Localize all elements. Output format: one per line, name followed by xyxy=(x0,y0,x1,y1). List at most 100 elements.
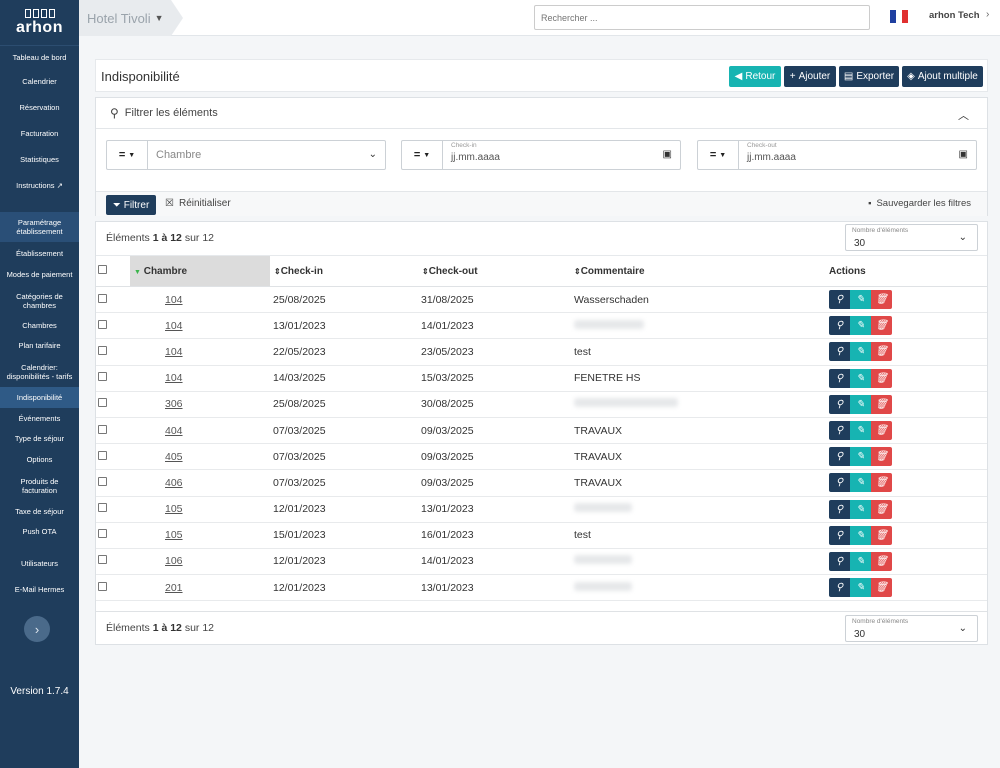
back-button[interactable]: ◀ Retour xyxy=(729,66,781,87)
sidebar-item-0[interactable]: Tableau de bord xyxy=(0,46,79,68)
delete-button[interactable]: 🗑 xyxy=(871,525,892,545)
add-button[interactable]: + Ajouter xyxy=(784,66,836,87)
room-link[interactable]: 104 xyxy=(165,346,183,358)
hotel-selector[interactable]: Hotel Tivoli ▼ xyxy=(79,0,183,36)
sidebar-subitem-5[interactable]: Calendrier: disponibilités - tarifs xyxy=(0,356,79,387)
sidebar-item-5[interactable]: Instructions ↗ xyxy=(0,172,79,198)
sidebar-subitem-7[interactable]: Événements xyxy=(0,408,79,428)
operator-select[interactable]: = ▼ xyxy=(698,141,739,169)
sidebar-bottom-item-1[interactable]: E-Mail Hermes xyxy=(0,576,79,602)
edit-button[interactable]: ✎ xyxy=(850,394,871,414)
sidebar-subitem-10[interactable]: Produits de facturation xyxy=(0,470,79,501)
sidebar-section-settings[interactable]: Paramétrage établissement xyxy=(0,212,79,242)
view-button[interactable]: ⚲ xyxy=(829,290,850,310)
filter-header[interactable]: ⚲ Filtrer les éléments xyxy=(96,98,987,129)
delete-button[interactable]: 🗑 xyxy=(871,368,892,388)
room-link[interactable]: 201 xyxy=(165,582,183,594)
sidebar-subitem-2[interactable]: Catégories de chambres xyxy=(0,285,79,316)
column-comment[interactable]: ⇕Commentaire xyxy=(570,255,829,287)
delete-button[interactable]: 🗑 xyxy=(871,342,892,362)
export-button[interactable]: ▤ Exporter xyxy=(839,66,899,87)
reset-button[interactable]: ☒ Réinitialiser xyxy=(165,198,231,209)
edit-button[interactable]: ✎ xyxy=(850,447,871,467)
sidebar-subitem-6[interactable]: Indisponibilité xyxy=(0,387,79,408)
sidebar-subitem-4[interactable]: Plan tarifaire xyxy=(0,335,79,356)
chevron-right-icon[interactable]: › xyxy=(986,9,989,20)
delete-button[interactable]: 🗑 xyxy=(871,473,892,493)
room-link[interactable]: 306 xyxy=(165,398,183,410)
edit-button[interactable]: ✎ xyxy=(850,368,871,388)
filter-button[interactable]: ⏷ Filtrer xyxy=(106,195,156,215)
sidebar-subitem-8[interactable]: Type de séjour xyxy=(0,428,79,449)
sidebar-item-4[interactable]: Statistiques xyxy=(0,146,79,172)
view-button[interactable]: ⚲ xyxy=(829,447,850,467)
row-checkbox[interactable] xyxy=(98,372,107,382)
sidebar-subitem-3[interactable]: Chambres xyxy=(0,316,79,335)
room-link[interactable]: 405 xyxy=(165,451,183,463)
room-select[interactable]: Chambre ⌄ xyxy=(148,141,385,169)
per-page-select[interactable]: Nombre d'éléments 30 ⌄ xyxy=(845,224,978,251)
room-link[interactable]: 105 xyxy=(165,529,183,541)
room-link[interactable]: 106 xyxy=(165,555,183,567)
per-page-select-footer[interactable]: Nombre d'éléments 30 ⌄ xyxy=(845,615,978,642)
delete-button[interactable]: 🗑 xyxy=(871,578,892,598)
view-button[interactable]: ⚲ xyxy=(829,368,850,388)
user-menu[interactable]: arhon Tech xyxy=(929,10,980,21)
edit-button[interactable]: ✎ xyxy=(850,473,871,493)
select-all-checkbox[interactable] xyxy=(98,265,107,274)
room-link[interactable]: 104 xyxy=(165,320,183,332)
search-input[interactable] xyxy=(534,5,870,30)
sidebar-item-1[interactable]: Calendrier xyxy=(0,68,79,94)
edit-button[interactable]: ✎ xyxy=(850,290,871,310)
column-room[interactable]: ▼ Chambre xyxy=(130,255,270,287)
sidebar-item-2[interactable]: Réservation xyxy=(0,94,79,120)
calendar-icon[interactable]: ▣ xyxy=(663,149,672,160)
room-link[interactable]: 104 xyxy=(165,294,183,306)
logo[interactable]: arhon xyxy=(0,0,79,46)
view-button[interactable]: ⚲ xyxy=(829,499,850,519)
row-checkbox[interactable] xyxy=(98,293,107,303)
view-button[interactable]: ⚲ xyxy=(829,473,850,493)
row-checkbox[interactable] xyxy=(98,398,107,408)
row-checkbox[interactable] xyxy=(98,476,107,486)
column-checkin[interactable]: ⇕Check-in xyxy=(270,255,418,287)
room-link[interactable]: 404 xyxy=(165,425,183,437)
view-button[interactable]: ⚲ xyxy=(829,394,850,414)
edit-button[interactable]: ✎ xyxy=(850,551,871,571)
edit-button[interactable]: ✎ xyxy=(850,525,871,545)
sidebar-subitem-11[interactable]: Taxe de séjour xyxy=(0,501,79,521)
sidebar-collapse-button[interactable]: › xyxy=(24,616,50,642)
chevron-up-icon[interactable]: ︿ xyxy=(958,107,969,123)
delete-button[interactable]: 🗑 xyxy=(871,499,892,519)
view-button[interactable]: ⚲ xyxy=(829,342,850,362)
view-button[interactable]: ⚲ xyxy=(829,316,850,336)
row-checkbox[interactable] xyxy=(98,555,107,565)
delete-button[interactable]: 🗑 xyxy=(871,316,892,336)
view-button[interactable]: ⚲ xyxy=(829,578,850,598)
row-checkbox[interactable] xyxy=(98,503,107,513)
room-link[interactable]: 104 xyxy=(165,372,183,384)
delete-button[interactable]: 🗑 xyxy=(871,421,892,441)
sidebar-item-3[interactable]: Facturation xyxy=(0,120,79,146)
room-link[interactable]: 105 xyxy=(165,503,183,515)
view-button[interactable]: ⚲ xyxy=(829,551,850,571)
column-checkout[interactable]: ⇕Check-out xyxy=(418,255,570,287)
save-filters-button[interactable]: ▪ Sauvegarder les filtres xyxy=(868,198,971,209)
room-link[interactable]: 406 xyxy=(165,477,183,489)
checkin-date-input[interactable]: Check-in jj.mm.aaaa ▣ xyxy=(443,141,680,169)
row-checkbox[interactable] xyxy=(98,424,107,434)
row-checkbox[interactable] xyxy=(98,319,107,329)
edit-button[interactable]: ✎ xyxy=(850,421,871,441)
sidebar-bottom-item-0[interactable]: Utilisateurs xyxy=(0,550,79,576)
delete-button[interactable]: 🗑 xyxy=(871,290,892,310)
delete-button[interactable]: 🗑 xyxy=(871,447,892,467)
multi-add-button[interactable]: ◈ Ajout multiple xyxy=(902,66,983,87)
edit-button[interactable]: ✎ xyxy=(850,342,871,362)
calendar-icon[interactable]: ▣ xyxy=(959,149,968,160)
view-button[interactable]: ⚲ xyxy=(829,421,850,441)
row-checkbox[interactable] xyxy=(98,450,107,460)
french-flag-icon[interactable] xyxy=(890,10,908,23)
sidebar-subitem-1[interactable]: Modes de paiement xyxy=(0,264,79,285)
edit-button[interactable]: ✎ xyxy=(850,316,871,336)
sidebar-subitem-9[interactable]: Options xyxy=(0,449,79,470)
